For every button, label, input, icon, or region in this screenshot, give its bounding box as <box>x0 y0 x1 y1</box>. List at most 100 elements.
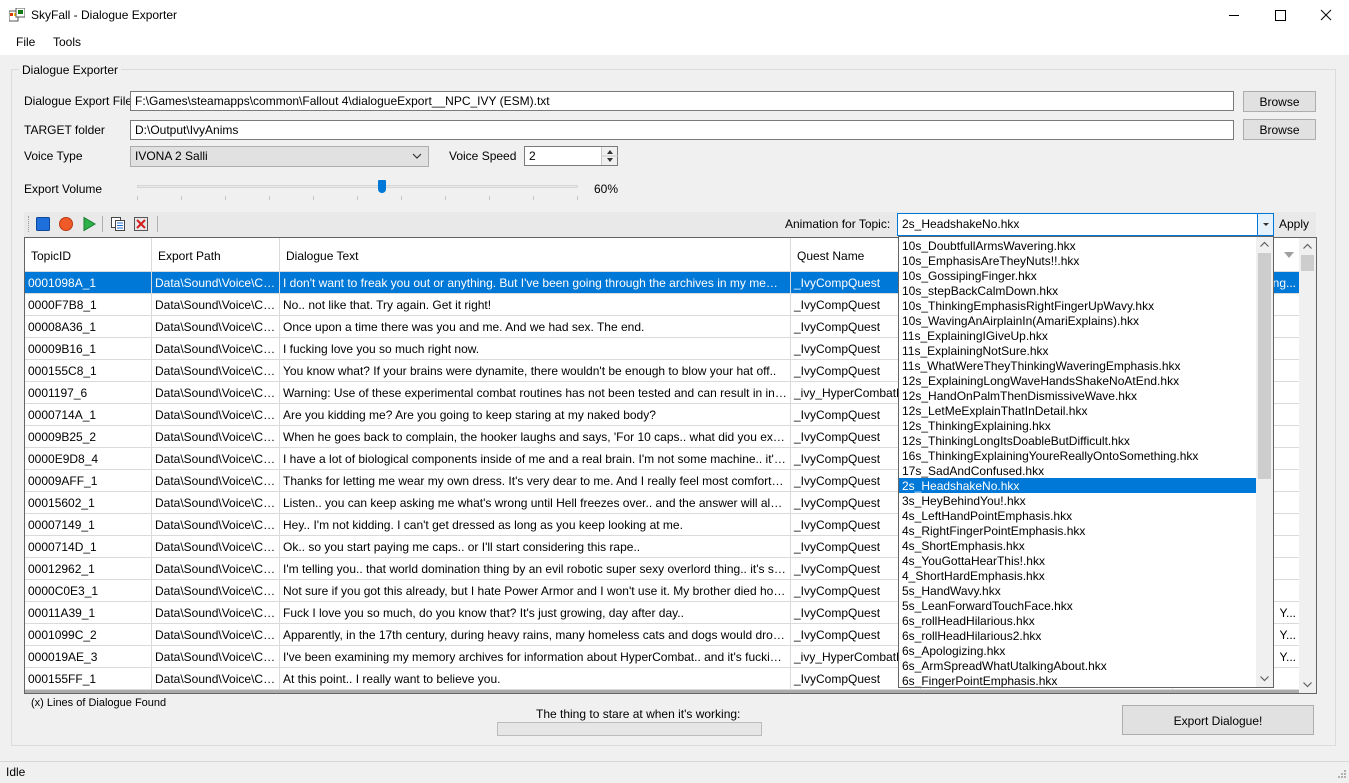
export-dialogue-button[interactable]: Export Dialogue! <box>1122 705 1314 735</box>
table-cell: I don't want to freak you out or anythin… <box>280 272 791 294</box>
slider-tick <box>489 196 490 200</box>
menu-tools[interactable]: Tools <box>53 35 81 49</box>
voice-speed-value: 2 <box>529 149 536 163</box>
dropdown-item[interactable]: 6s_rollHeadHilarious.hkx <box>899 613 1256 628</box>
export-file-input[interactable]: F:\Games\steamapps\common\Fallout 4\dial… <box>130 91 1234 111</box>
table-cell: 0000E9D8_4 <box>25 448 152 470</box>
table-cell: Data\Sound\Voice\Co... <box>152 404 280 426</box>
grid-vertical-scrollbar[interactable] <box>1299 238 1316 693</box>
dropdown-item[interactable]: 12s_LetMeExplainThatInDetail.hkx <box>899 403 1256 418</box>
copy-icon[interactable] <box>110 216 126 232</box>
table-cell: Data\Sound\Voice\Co... <box>152 668 280 690</box>
table-cell: 0000714D_1 <box>25 536 152 558</box>
table-cell: Data\Sound\Voice\Co... <box>152 624 280 646</box>
dropdown-item[interactable]: 5s_LeanForwardTouchFace.hkx <box>899 598 1256 613</box>
table-cell: 00009B16_1 <box>25 338 152 360</box>
voice-type-select[interactable]: IVONA 2 Salli <box>130 146 429 167</box>
play-icon[interactable] <box>81 216 97 232</box>
dropdown-item[interactable]: 4s_YouGottaHearThis!.hkx <box>899 553 1256 568</box>
dropdown-item[interactable]: 17s_SadAndConfused.hkx <box>899 463 1256 478</box>
table-cell: Data\Sound\Voice\Co... <box>152 382 280 404</box>
slider-tick <box>577 196 578 200</box>
slider-tick <box>357 196 358 200</box>
dropdown-item[interactable]: 2s_HeadshakeNo.hkx <box>899 478 1256 493</box>
table-cell: You know what? If your brains were dynam… <box>280 360 791 382</box>
dropdown-item[interactable]: 12s_ExplainingLongWaveHandsShakeNoAtEnd.… <box>899 373 1256 388</box>
table-cell: Are you kidding me? Are you going to kee… <box>280 404 791 426</box>
menu-file[interactable]: File <box>16 35 35 49</box>
dropdown-item[interactable]: 10s_stepBackCalmDown.hkx <box>899 283 1256 298</box>
toolbar-separator <box>157 216 158 232</box>
table-cell: Listen.. you can keep asking me what's w… <box>280 492 791 514</box>
table-cell: I've been examining my memory archives f… <box>280 646 791 668</box>
table-cell: 00007149_1 <box>25 514 152 536</box>
dropdown-item[interactable]: 12s_ThinkingExplaining.hkx <box>899 418 1256 433</box>
table-cell: Hey.. I'm not kidding. I can't get dress… <box>280 514 791 536</box>
volume-slider-track[interactable] <box>137 185 578 188</box>
minimize-icon[interactable] <box>1211 0 1257 31</box>
apply-button[interactable]: Apply <box>1279 217 1309 231</box>
dropdown-item[interactable]: 6s_Apologizing.hkx <box>899 643 1256 658</box>
table-cell: Data\Sound\Voice\Co... <box>152 338 280 360</box>
table-cell: Apparently, in the 17th century, during … <box>280 624 791 646</box>
dropdown-item[interactable]: 4s_LeftHandPointEmphasis.hkx <box>899 508 1256 523</box>
dropdown-item[interactable]: 11s_WhatWereTheyThinkingWaveringEmphasis… <box>899 358 1256 373</box>
column-header-topicid[interactable]: TopicID <box>25 238 152 272</box>
record-icon[interactable] <box>58 216 74 232</box>
chevron-down-icon <box>412 152 422 160</box>
target-folder-input[interactable]: D:\Output\IvyAnims <box>130 120 1234 140</box>
table-cell: Data\Sound\Voice\Co... <box>152 272 280 294</box>
browse-target-folder-button[interactable]: Browse <box>1243 119 1316 140</box>
dropdown-item[interactable]: 10s_DoubtfullArmsWavering.hkx <box>899 238 1256 253</box>
dropdown-item[interactable]: 16s_ThinkingExplainingYoureReallyOntoSom… <box>899 448 1256 463</box>
slider-tick <box>401 196 402 200</box>
table-cell: No.. not like that. Try again. Get it ri… <box>280 294 791 316</box>
dropdown-item[interactable]: 5s_HandWavy.hkx <box>899 583 1256 598</box>
animation-select[interactable]: 2s_HeadshakeNo.hkx <box>897 213 1274 236</box>
dropdown-item[interactable]: 12s_HandOnPalmThenDismissiveWave.hkx <box>899 388 1256 403</box>
stop-icon[interactable] <box>35 216 51 232</box>
column-header-dialogue-text[interactable]: Dialogue Text <box>280 238 791 272</box>
animation-dropdown-arrow-icon[interactable] <box>1257 214 1273 235</box>
dropdown-item[interactable]: 11s_ExplainingNotSure.hkx <box>899 343 1256 358</box>
dropdown-item[interactable]: 10s_ThinkingEmphasisRightFingerUpWavy.hk… <box>899 298 1256 313</box>
slider-tick <box>445 196 446 200</box>
volume-slider-thumb[interactable] <box>377 180 386 193</box>
grid-scroll-thumb[interactable] <box>1301 255 1314 271</box>
table-cell: 000019AE_3 <box>25 646 152 668</box>
resize-grip-icon[interactable] <box>1335 769 1347 781</box>
table-cell: Thanks for letting me wear my own dress.… <box>280 470 791 492</box>
dropdown-item[interactable]: 10s_GossipingFinger.hkx <box>899 268 1256 283</box>
spinner-arrows-icon[interactable] <box>601 147 618 165</box>
slider-tick <box>269 196 270 200</box>
dropdown-item[interactable]: 4s_RightFingerPointEmphasis.hkx <box>899 523 1256 538</box>
table-cell: 0000714A_1 <box>25 404 152 426</box>
window-title: SkyFall - Dialogue Exporter <box>31 8 178 22</box>
delete-icon[interactable] <box>133 216 149 232</box>
dropdown-item[interactable]: 10s_EmphasisAreTheyNuts!!.hkx <box>899 253 1256 268</box>
dropdown-item[interactable]: 3s_HeyBehindYou!.hkx <box>899 493 1256 508</box>
table-cell: Data\Sound\Voice\Co... <box>152 426 280 448</box>
dropdown-scroll-thumb[interactable] <box>1258 253 1271 479</box>
dropdown-item[interactable]: 6s_ArmSpreadWhatUtalkingAbout.hkx <box>899 658 1256 673</box>
table-cell: Data\Sound\Voice\Co... <box>152 294 280 316</box>
dropdown-item[interactable]: 12s_ThinkingLongItsDoableButDifficult.hk… <box>899 433 1256 448</box>
dropdown-item[interactable]: 6s_rollHeadHilarious2.hkx <box>899 628 1256 643</box>
dropdown-item[interactable]: 6s_FingerPointEmphasis.hkx <box>899 673 1256 687</box>
export-file-label: Dialogue Export File <box>24 94 133 108</box>
dropdown-item[interactable]: 11s_ExplainingIGiveUp.hkx <box>899 328 1256 343</box>
browse-export-file-button[interactable]: Browse <box>1243 91 1316 112</box>
column-header-export-path[interactable]: Export Path <box>152 238 280 272</box>
table-cell: Data\Sound\Voice\Co... <box>152 646 280 668</box>
dropdown-item[interactable]: 10s_WavingAnAirplainIn(AmariExplains).hk… <box>899 313 1256 328</box>
dropdown-item[interactable]: 4_ShortHardEmphasis.hkx <box>899 568 1256 583</box>
maximize-icon[interactable] <box>1257 0 1303 31</box>
voice-type-label: Voice Type <box>24 149 83 163</box>
table-cell: I'm telling you.. that world domination … <box>280 558 791 580</box>
close-icon[interactable] <box>1303 0 1349 31</box>
table-cell: 00015602_1 <box>25 492 152 514</box>
slider-tick <box>137 196 138 200</box>
table-cell: Data\Sound\Voice\Co... <box>152 470 280 492</box>
dropdown-item[interactable]: 4s_ShortEmphasis.hkx <box>899 538 1256 553</box>
animation-select-value: 2s_HeadshakeNo.hkx <box>902 217 1020 231</box>
